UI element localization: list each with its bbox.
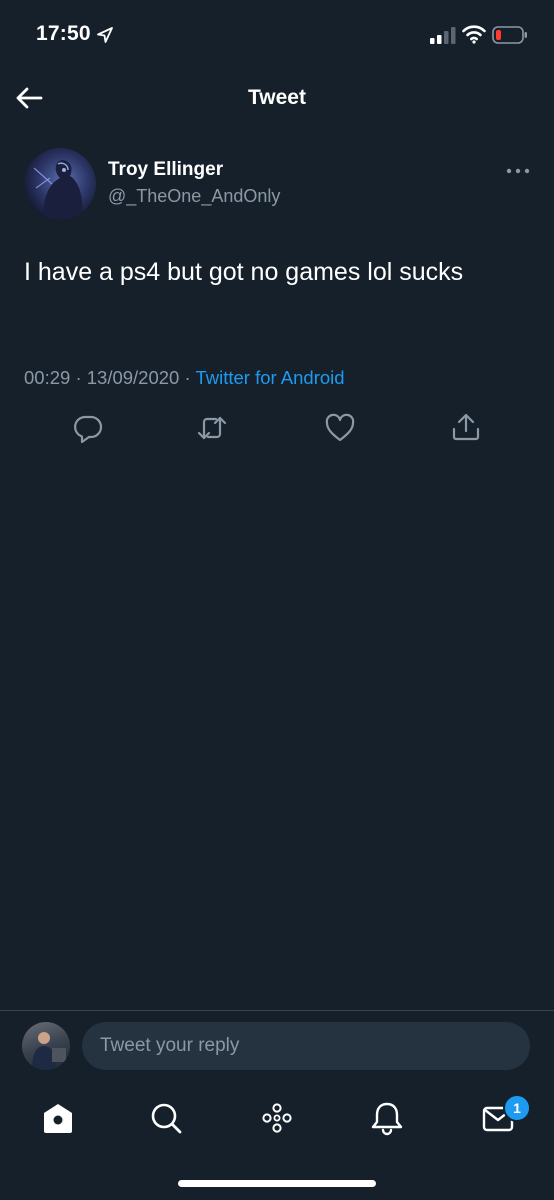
battery-icon [492, 26, 527, 44]
author-avatar[interactable] [24, 148, 96, 220]
divider [0, 1010, 554, 1011]
author-handle[interactable]: @_TheOne_AndOnly [108, 186, 280, 207]
avatar-image [32, 1032, 66, 1070]
tweet-time: 00:29 [24, 367, 71, 388]
tweet-source-link[interactable]: Twitter for Android [195, 367, 344, 388]
retweet-icon[interactable] [196, 412, 228, 444]
home-indicator [178, 1180, 376, 1187]
search-icon[interactable] [148, 1100, 184, 1136]
page-title: Tweet [248, 86, 306, 109]
status-time: 17:50 [36, 22, 91, 45]
reply-icon[interactable] [72, 412, 104, 444]
spaces-icon[interactable] [259, 1100, 295, 1136]
location-arrow-icon [97, 27, 113, 43]
home-icon[interactable] [40, 1100, 76, 1136]
meta-separator: · [184, 367, 191, 388]
wifi-icon [462, 25, 486, 44]
meta-separator: · [75, 367, 82, 388]
messages-badge: 1 [503, 1094, 531, 1122]
like-icon[interactable] [324, 412, 356, 444]
tweet-metadata: 00:29 · 13/09/2020 · Twitter for Android [24, 367, 345, 389]
more-options-icon[interactable] [504, 164, 532, 178]
tweet-text: I have a ps4 but got no games lol sucks [24, 258, 464, 286]
author-display-name[interactable]: Troy Ellinger [108, 159, 223, 181]
cellular-signal-icon [430, 27, 456, 44]
notifications-icon[interactable] [369, 1100, 405, 1136]
share-icon[interactable] [450, 411, 482, 443]
current-user-avatar[interactable] [22, 1022, 70, 1070]
tweet-date: 13/09/2020 [86, 367, 180, 388]
reply-input[interactable] [82, 1022, 530, 1070]
avatar-image [33, 160, 83, 220]
